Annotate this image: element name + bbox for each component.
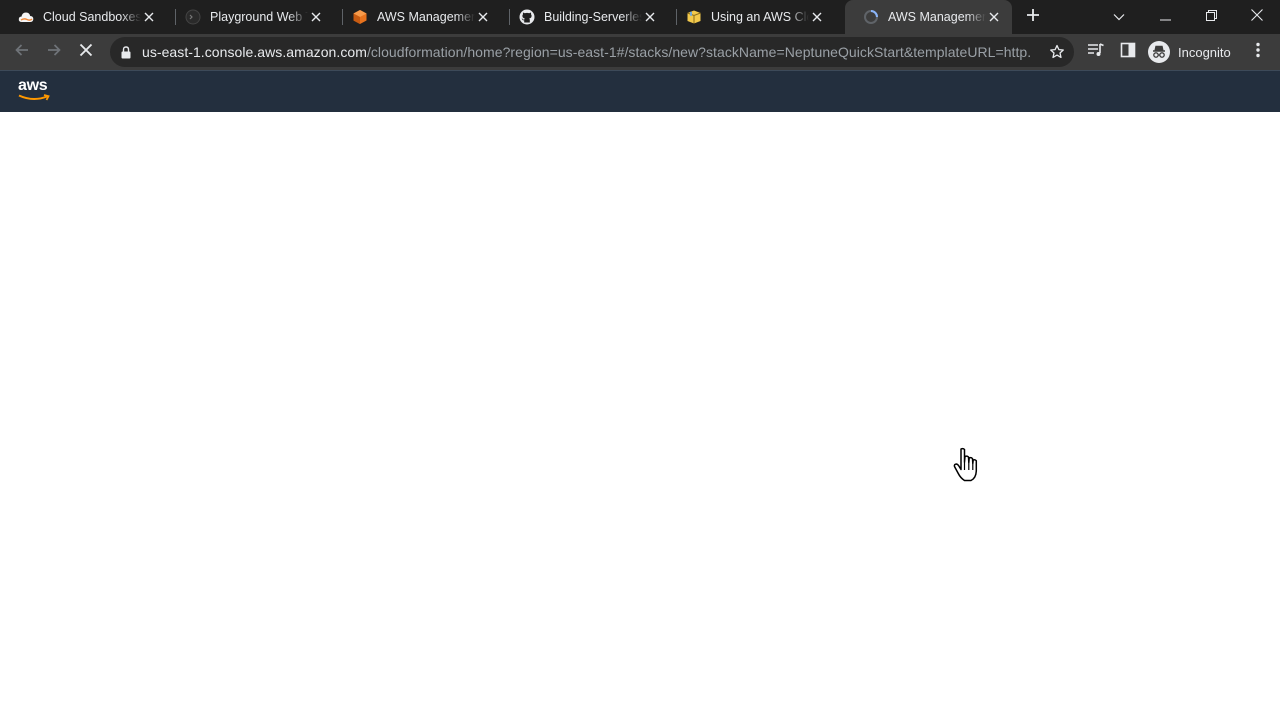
arrow-left-icon	[14, 42, 30, 63]
tab-github-building-serverless[interactable]: Building-Serverless	[501, 0, 668, 34]
incognito-icon	[1148, 41, 1170, 63]
close-icon	[1251, 8, 1263, 26]
url-text[interactable]: us-east-1.console.aws.amazon.com/cloudfo…	[142, 44, 1032, 60]
tab-title: AWS Management Console	[377, 10, 475, 24]
tab-title: Playground Web Terminal	[210, 10, 308, 24]
tab-title: Cloud Sandboxes - A Cloud Guru	[43, 10, 141, 24]
close-icon[interactable]	[986, 9, 1002, 25]
chevron-down-icon	[1113, 8, 1125, 26]
loading-spinner-icon	[863, 9, 879, 25]
side-panel-button[interactable]	[1117, 41, 1139, 63]
tab-aws-console[interactable]: AWS Management Console	[334, 0, 501, 34]
restore-icon	[1205, 8, 1217, 26]
aws-cube-icon	[352, 9, 368, 25]
restore-button[interactable]	[1188, 0, 1234, 34]
incognito-indicator[interactable]: Incognito	[1148, 39, 1231, 65]
terminal-icon	[185, 9, 201, 25]
close-icon[interactable]	[642, 9, 658, 25]
forward-button[interactable]	[41, 39, 67, 65]
close-icon[interactable]	[809, 9, 825, 25]
browser-menu-button[interactable]	[1247, 41, 1269, 63]
lock-icon[interactable]	[120, 45, 132, 59]
browser-toolbar: us-east-1.console.aws.amazon.com/cloudfo…	[0, 34, 1280, 70]
tab-title: AWS Management Console	[888, 10, 986, 24]
minimize-icon	[1159, 8, 1171, 26]
url-path: /cloudformation/home?region=us-east-1#/s…	[366, 44, 1032, 60]
more-vertical-icon	[1256, 42, 1260, 63]
reading-list-button[interactable]	[1085, 41, 1107, 63]
side-panel-icon	[1120, 42, 1136, 63]
tab-strip: Cloud Sandboxes - A Cloud Guru Playgroun…	[0, 0, 1280, 34]
close-icon[interactable]	[308, 9, 324, 25]
tab-aws-console-active[interactable]: AWS Management Console	[845, 0, 1012, 34]
close-icon[interactable]	[141, 9, 157, 25]
stop-loading-button[interactable]	[73, 39, 99, 65]
close-window-button[interactable]	[1234, 0, 1280, 34]
tab-search-button[interactable]	[1096, 0, 1142, 34]
hand-pointer-cursor-icon	[952, 447, 982, 483]
aws-smile-icon	[18, 94, 50, 101]
close-icon[interactable]	[475, 9, 491, 25]
plus-icon	[1026, 8, 1040, 27]
aws-logo-text: aws	[18, 77, 48, 94]
bookmark-star-icon[interactable]	[1048, 43, 1066, 61]
incognito-label: Incognito	[1178, 44, 1231, 60]
tab-title: Using an AWS Cloud	[711, 10, 809, 24]
tab-using-aws-cloud[interactable]: Using an AWS Cloud	[668, 0, 835, 34]
url-host: us-east-1.console.aws.amazon.com	[142, 44, 367, 60]
media-queue-icon	[1087, 42, 1105, 63]
aws-logo[interactable]: aws	[18, 77, 52, 105]
github-icon	[519, 9, 535, 25]
tab-cloud-sandboxes[interactable]: Cloud Sandboxes - A Cloud Guru	[0, 0, 167, 34]
tab-playground-terminal[interactable]: Playground Web Terminal	[167, 0, 334, 34]
back-button[interactable]	[9, 39, 35, 65]
cloud-icon	[18, 9, 34, 25]
minimize-button[interactable]	[1142, 0, 1188, 34]
close-icon	[79, 43, 93, 62]
aws-console-header: aws	[0, 70, 1280, 112]
arrow-right-icon	[46, 42, 62, 63]
page-content-area	[0, 112, 1280, 720]
new-tab-button[interactable]	[1022, 6, 1044, 28]
package-icon	[686, 9, 702, 25]
address-bar[interactable]: us-east-1.console.aws.amazon.com/cloudfo…	[110, 37, 1074, 67]
tab-title: Building-Serverless	[544, 10, 642, 24]
